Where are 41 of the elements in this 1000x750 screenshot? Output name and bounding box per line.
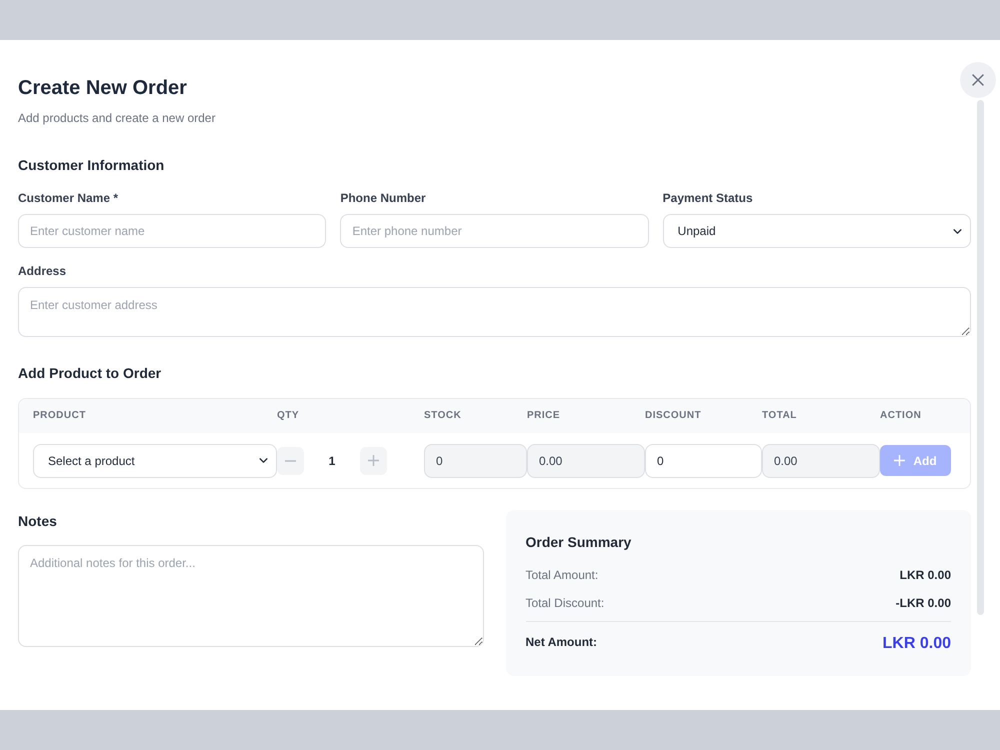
summary-label: Total Discount: (526, 595, 604, 611)
chevron-icon (953, 228, 962, 234)
field-label: Address (18, 263, 68, 279)
column-header: PRODUCT (33, 409, 86, 423)
summary-label: Total Amount: (526, 567, 598, 583)
scrollbar-thumb[interactable] (977, 100, 984, 615)
plus-icon (368, 455, 379, 466)
chevron-icon (259, 458, 268, 463)
section-heading: Add Product to Order (18, 364, 162, 383)
summary-value: LKR 0.00 (900, 567, 951, 583)
section-heading: Customer Information (18, 156, 166, 175)
dialog-subtitle: Add products and create a new order (18, 110, 216, 126)
summary-value: -LKR 0.00 (896, 595, 951, 611)
column-header: DISCOUNT (645, 409, 702, 423)
minus-icon (285, 460, 296, 462)
net-amount-value: LKR 0.00 (882, 634, 951, 654)
increase-button[interactable] (360, 446, 387, 474)
quantity-value: 1 (328, 452, 336, 468)
decrease-button[interactable] (277, 446, 304, 474)
input-field[interactable]: Enter phone number (340, 214, 649, 248)
section-heading: Notes (18, 512, 58, 531)
status-dropdown[interactable]: Unpaid (662, 214, 971, 248)
product-dropdown[interactable]: Select a product (33, 444, 277, 478)
close-icon (972, 74, 984, 86)
input-field[interactable]: 0 (645, 444, 762, 478)
summary-title: Order Summary (526, 533, 632, 552)
dialog-title: Create New Order (18, 76, 188, 100)
column-header: TOTAL (762, 409, 797, 423)
field-label: Customer Name * (18, 190, 120, 206)
column-header: STOCK (424, 409, 462, 423)
net-amount-label: Net Amount: (526, 634, 598, 650)
close-button[interactable] (960, 62, 996, 98)
column-header: QTY (277, 409, 300, 423)
field-label: Payment Status (662, 190, 754, 206)
column-header: PRICE (527, 409, 560, 423)
plus-icon (894, 455, 906, 466)
column-header: ACTION (880, 409, 922, 423)
field-label: Phone Number (340, 190, 427, 206)
notes-field[interactable]: Additional notes for this order... (18, 545, 484, 647)
address-field[interactable]: Enter customer address (18, 287, 971, 337)
input-field[interactable]: Enter customer name (18, 214, 326, 248)
